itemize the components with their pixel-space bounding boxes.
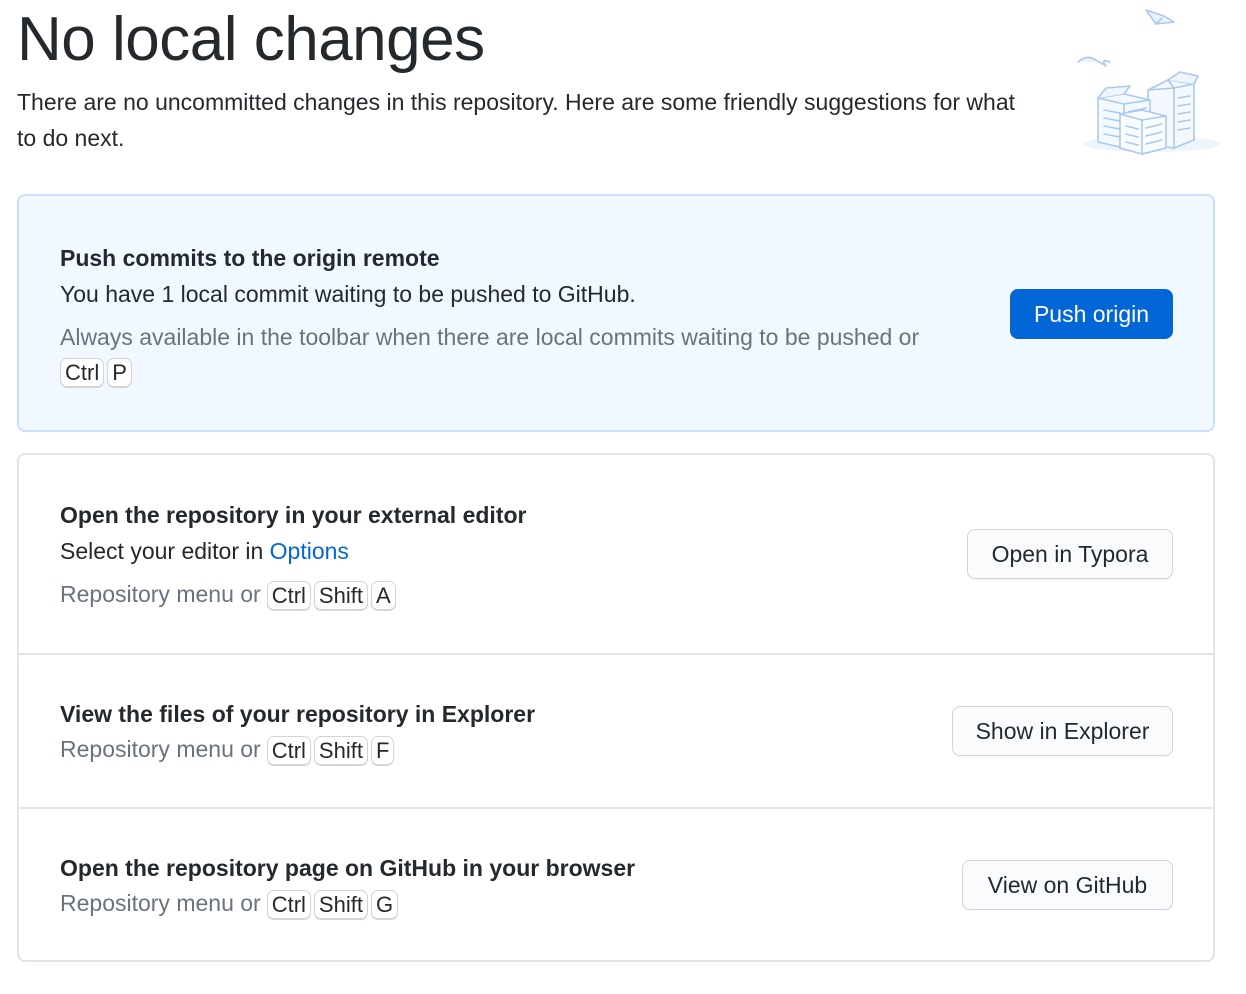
github-suggestion-row: Open the repository page on GitHub in yo… [19, 807, 1213, 960]
push-suggestion-card: Push commits to the origin remote You ha… [17, 194, 1215, 432]
page-subtitle: There are no uncommitted changes in this… [17, 89, 1016, 151]
push-hint-text: Always available in the toolbar when the… [60, 324, 920, 350]
shortcut-key: P [107, 357, 132, 388]
shortcut-key: F [370, 735, 395, 766]
empty-boxes-illustration-icon [1070, 2, 1230, 162]
editor-suggestion-row: Open the repository in your external edi… [19, 455, 1213, 653]
explorer-hint-text: Repository menu or [60, 736, 261, 762]
editor-suggestion-description: Select your editor in Options [60, 533, 526, 569]
shortcut-key: Shift [313, 580, 368, 611]
editor-suggestion-title: Open the repository in your external edi… [60, 502, 527, 528]
shortcut-key: Ctrl [266, 580, 311, 611]
page-title: No local changes [17, 5, 485, 74]
editor-suggestion-text: Open the repository in your external edi… [60, 497, 526, 611]
suggestions-card: Open the repository in your external edi… [17, 453, 1215, 962]
explorer-suggestion-title: View the files of your repository in Exp… [60, 701, 536, 727]
editor-description-prefix: Select your editor in [60, 538, 264, 564]
open-in-editor-button[interactable]: Open in Typora [967, 529, 1173, 579]
editor-hint-text: Repository menu or [60, 581, 261, 607]
github-suggestion-text: Open the repository page on GitHub in yo… [60, 850, 635, 920]
shortcut-key: Ctrl [266, 735, 311, 766]
no-changes-view: No local changes There are no uncommitte… [0, 0, 1246, 994]
shortcut-key: G [370, 889, 399, 920]
github-suggestion-title: Open the repository page on GitHub in yo… [60, 855, 636, 881]
push-suggestion-hint: Always available in the toolbar when the… [60, 320, 919, 388]
editor-suggestion-hint: Repository menu or Ctrl Shift A [60, 577, 526, 611]
show-in-explorer-button[interactable]: Show in Explorer [952, 706, 1173, 756]
shortcut-key: Ctrl [266, 889, 311, 920]
push-suggestion-title: Push commits to the origin remote [60, 245, 440, 271]
explorer-suggestion-hint: Repository menu or Ctrl Shift F [60, 732, 535, 766]
view-on-github-button[interactable]: View on GitHub [962, 860, 1173, 910]
push-suggestion-text: Push commits to the origin remote You ha… [60, 240, 919, 388]
shortcut-key: Shift [313, 889, 368, 920]
github-suggestion-hint: Repository menu or Ctrl Shift G [60, 886, 635, 920]
push-suggestion-description: You have 1 local commit waiting to be pu… [60, 281, 636, 307]
options-link[interactable]: Options [270, 538, 349, 564]
header: No local changes There are no uncommitte… [17, 0, 1017, 156]
explorer-suggestion-row: View the files of your repository in Exp… [19, 653, 1213, 807]
github-hint-text: Repository menu or [60, 890, 261, 916]
explorer-suggestion-text: View the files of your repository in Exp… [60, 696, 535, 766]
shortcut-key: Shift [313, 735, 368, 766]
shortcut-key: A [370, 580, 396, 611]
shortcut-key: Ctrl [60, 357, 105, 388]
push-origin-button[interactable]: Push origin [1010, 289, 1173, 339]
